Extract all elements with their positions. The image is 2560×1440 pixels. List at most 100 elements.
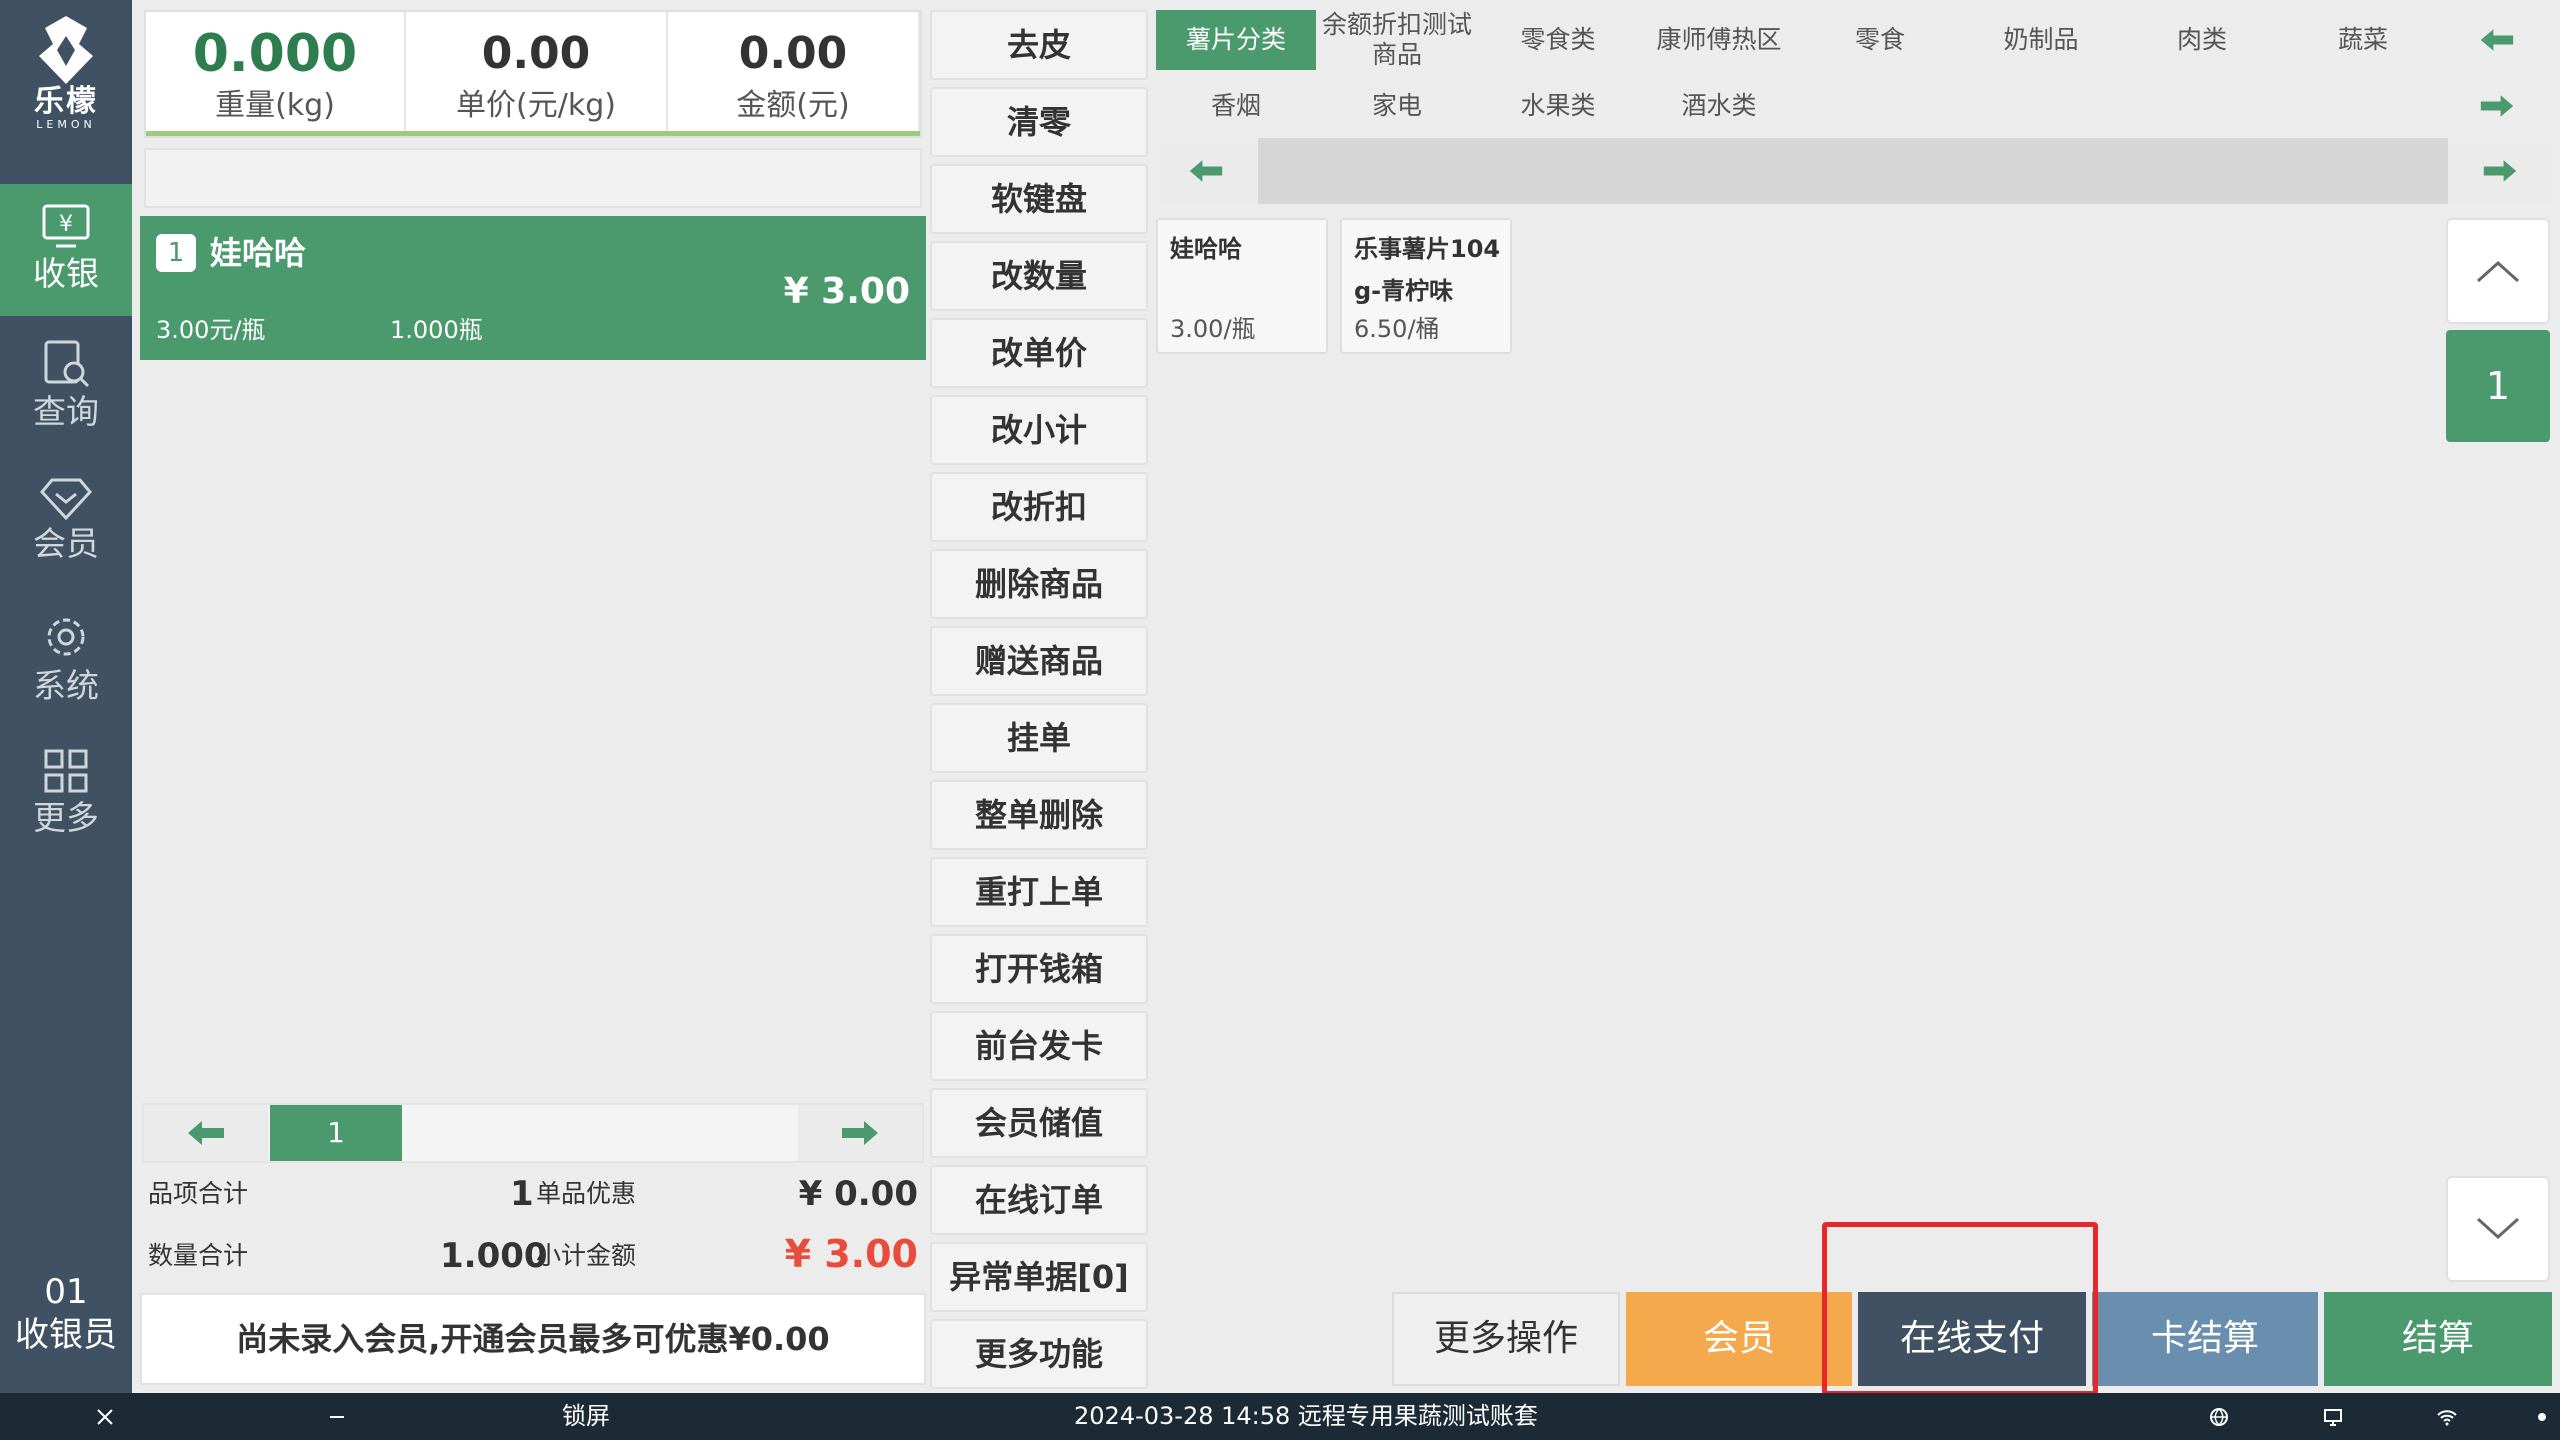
soft-keyboard-button[interactable]: 软键盘 (930, 164, 1148, 234)
amount-value: 0.00 (738, 28, 848, 79)
weight-label: 重量(kg) (215, 88, 335, 123)
more-actions-button[interactable]: 更多操作 (1392, 1292, 1620, 1386)
cashier-number: 01 (44, 1272, 88, 1312)
chevron-up-icon (2476, 260, 2520, 283)
cart-item-name: 娃哈哈 (210, 234, 307, 272)
wifi-button[interactable] (2432, 1393, 2462, 1440)
nav-cashier[interactable]: ¥ 收银 (0, 184, 132, 316)
member-topup-button[interactable]: 会员储值 (930, 1088, 1148, 1158)
status-text: 2024-03-28 14:58 远程专用果蔬测试账套 (1074, 1402, 1538, 1430)
nav-member[interactable]: 会员 (0, 456, 132, 588)
product-scroll-up-button[interactable] (2446, 218, 2550, 324)
change-subtotal-button[interactable]: 改小计 (930, 395, 1148, 465)
chevron-down-icon (2476, 1217, 2520, 1240)
nav-label: 查询 (33, 392, 99, 431)
delete-item-button[interactable]: 删除商品 (930, 549, 1148, 619)
category-tab[interactable]: 零食 (1800, 10, 1960, 70)
scale-panel: 0.000 重量(kg) 0.00 单价(元/kg) 0.00 金额(元) (144, 10, 922, 138)
globe-icon (2210, 1407, 2228, 1426)
lock-screen-button[interactable]: 锁屏 (562, 1393, 610, 1440)
nav-system[interactable]: 系统 (0, 592, 132, 724)
discount-value: ¥ 0.00 (798, 1174, 918, 1214)
status-dot (2532, 1393, 2552, 1440)
member-input-strip[interactable] (144, 148, 922, 208)
product-card[interactable]: 娃哈哈 3.00/瓶 (1156, 218, 1328, 354)
cashier-icon: ¥ (42, 204, 90, 248)
category-tab[interactable]: 酒水类 (1639, 76, 1799, 136)
item-count-value: 1 (510, 1174, 534, 1214)
nav-query[interactable]: 查询 (0, 320, 132, 452)
qty-total-label: 数量合计 (148, 1241, 249, 1270)
category-tab[interactable]: 薯片分类 (1156, 10, 1316, 70)
category-tab[interactable]: 肉类 (2122, 10, 2282, 70)
category-tab[interactable]: 康师傅热区 (1639, 10, 1799, 70)
minimize-button[interactable] (322, 1393, 352, 1440)
arrow-left-icon (2480, 29, 2514, 51)
cashier-label: 收银员 (15, 1315, 117, 1355)
brand-name-cn: 乐檬 (34, 84, 98, 119)
close-button[interactable] (90, 1393, 120, 1440)
abnormal-orders-button[interactable]: 异常单据[0] (930, 1242, 1148, 1312)
category-tab[interactable]: 余额折扣测试商品 (1317, 10, 1477, 70)
nav-label: 收银 (33, 254, 99, 293)
category-tabs: 薯片分类 余额折扣测试商品 零食类 康师傅热区 零食 奶制品 肉类 蔬菜 香烟 … (1154, 6, 2552, 136)
issue-card-button[interactable]: 前台发卡 (930, 1011, 1148, 1081)
card-settle-button[interactable]: 卡结算 (2092, 1292, 2318, 1386)
category-next-button[interactable] (2462, 76, 2532, 136)
more-functions-button[interactable]: 更多功能 (930, 1319, 1148, 1389)
nav-more[interactable]: 更多 (0, 728, 132, 860)
category-tab[interactable]: 蔬菜 (2283, 10, 2443, 70)
minimize-icon (330, 1415, 344, 1418)
unit-price-value: 0.00 (481, 28, 591, 79)
sub-category-prev-button[interactable] (1154, 138, 1258, 204)
online-pay-button[interactable]: 在线支付 (1858, 1292, 2086, 1386)
cart-item[interactable]: 1 娃哈哈 ¥ 3.00 3.00元/瓶 1.000瓶 (140, 216, 926, 360)
subtotal-value: ¥ 3.00 (784, 1232, 918, 1276)
product-card[interactable]: 乐事薯片104g-青柠味 6.50/桶 (1340, 218, 1512, 354)
delete-order-button[interactable]: 整单删除 (930, 780, 1148, 850)
product-scroll-down-button[interactable] (2446, 1176, 2550, 1282)
settle-button[interactable]: 结算 (2324, 1292, 2552, 1386)
discount-label: 单品优惠 (536, 1179, 637, 1208)
category-tab[interactable]: 奶制品 (1961, 10, 2121, 70)
tare-button[interactable]: 去皮 (930, 10, 1148, 80)
change-price-button[interactable]: 改单价 (930, 318, 1148, 388)
sidebar: 乐檬 LEMON ¥ 收银 查询 会员 系统 更多 01 收银员 (0, 0, 132, 1393)
zero-button[interactable]: 清零 (930, 87, 1148, 157)
lemon-logo-icon (39, 16, 93, 84)
close-icon (97, 1408, 113, 1425)
product-name: 娃哈哈 (1170, 235, 1242, 263)
cart-item-unit-price: 3.00元/瓶 (156, 316, 266, 344)
member-button[interactable]: 会员 (1626, 1292, 1852, 1386)
svg-text:¥: ¥ (59, 212, 73, 237)
globe-button[interactable] (2204, 1393, 2234, 1440)
cart-next-page-button[interactable] (798, 1105, 922, 1161)
hold-order-button[interactable]: 挂单 (930, 703, 1148, 773)
monitor-icon (2324, 1408, 2342, 1426)
online-orders-button[interactable]: 在线订单 (930, 1165, 1148, 1235)
grid-icon (44, 749, 88, 793)
category-tab[interactable]: 家电 (1317, 76, 1477, 136)
scale-status-bar (146, 131, 920, 136)
sub-category-next-button[interactable] (2448, 138, 2552, 204)
taskbar: 锁屏 2024-03-28 14:58 远程专用果蔬测试账套 (0, 1393, 2560, 1440)
change-discount-button[interactable]: 改折扣 (930, 472, 1148, 542)
reprint-button[interactable]: 重打上单 (930, 857, 1148, 927)
item-count-label: 品项合计 (148, 1179, 249, 1208)
brand-name-en: LEMON (36, 118, 96, 131)
category-tab[interactable]: 水果类 (1478, 76, 1638, 136)
cart-pager: 1 (142, 1103, 924, 1163)
category-tab[interactable]: 零食类 (1478, 10, 1638, 70)
cart-item-index: 1 (156, 234, 196, 272)
gift-item-button[interactable]: 赠送商品 (930, 626, 1148, 696)
product-price: 3.00/瓶 (1170, 315, 1256, 343)
open-drawer-button[interactable]: 打开钱箱 (930, 934, 1148, 1004)
cart-prev-page-button[interactable] (144, 1105, 268, 1161)
diamond-icon (40, 478, 92, 520)
category-tab[interactable]: 香烟 (1156, 76, 1316, 136)
monitor-button[interactable] (2318, 1393, 2348, 1440)
dot-icon (2538, 1412, 2546, 1421)
change-qty-button[interactable]: 改数量 (930, 241, 1148, 311)
member-promo-banner[interactable]: 尚未录入会员,开通会员最多可优惠¥0.00 (140, 1293, 926, 1385)
category-prev-button[interactable] (2462, 10, 2532, 70)
